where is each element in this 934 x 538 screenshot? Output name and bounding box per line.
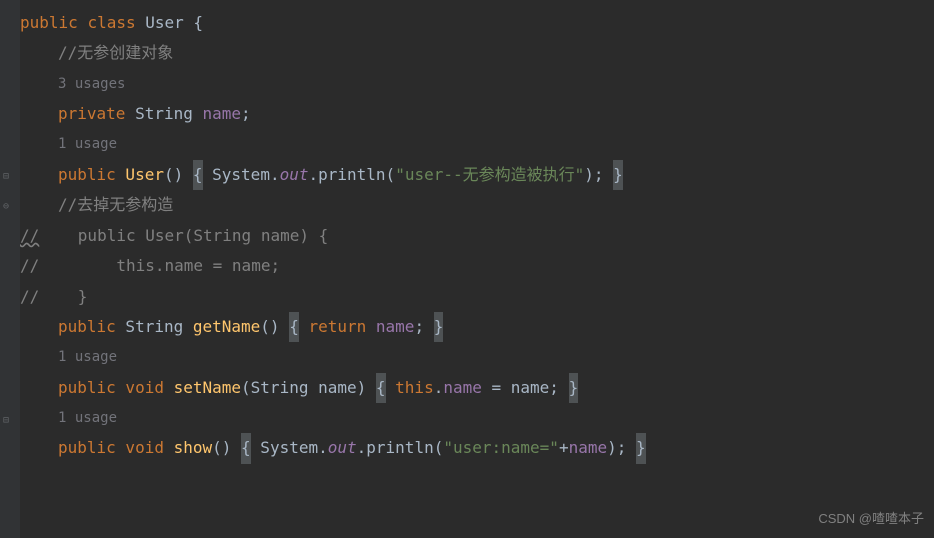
usage-text: 1 usage xyxy=(58,344,117,371)
static-field: out xyxy=(328,433,357,463)
semicolon: ; xyxy=(241,99,251,129)
comment: //去掉无参构造 xyxy=(58,190,173,220)
brace: } xyxy=(434,312,444,342)
method-name: setName xyxy=(174,373,241,403)
constructor: User xyxy=(116,160,164,190)
usage-text: 1 usage xyxy=(58,131,117,158)
keyword: public xyxy=(58,160,116,190)
code-editor[interactable]: public class User { //无参创建对象 3 usages pr… xyxy=(0,0,934,464)
brace: } xyxy=(636,433,646,463)
brace: { xyxy=(193,160,203,190)
usage-hint[interactable]: 1 usage xyxy=(20,342,934,372)
field: name xyxy=(203,99,242,129)
fold-icon[interactable]: ⊖ xyxy=(3,202,9,212)
keyword: void xyxy=(116,373,174,403)
field: name xyxy=(376,312,415,342)
usage-text: 1 usage xyxy=(58,405,117,432)
code-line: public String getName() { return name; } xyxy=(20,312,934,342)
brace: { xyxy=(241,433,251,463)
field: name xyxy=(443,373,482,403)
type: String xyxy=(125,99,202,129)
keyword: class xyxy=(87,8,135,38)
class-name: User xyxy=(145,8,184,38)
usage-hint[interactable]: 1 usage xyxy=(20,130,934,160)
fold-icon[interactable]: ⊟ xyxy=(3,416,9,426)
keyword: this xyxy=(386,373,434,403)
keyword: void xyxy=(116,433,174,463)
code-line: //去掉无参构造 xyxy=(20,190,934,220)
keyword: public xyxy=(58,433,116,463)
comment-marker: // xyxy=(20,221,39,251)
code-line: public User() { System.out.println("user… xyxy=(20,160,934,190)
brace: } xyxy=(569,373,579,403)
method-name: show xyxy=(174,433,213,463)
code-line: public void show() { System.out.println(… xyxy=(20,433,934,463)
brace: { xyxy=(184,8,203,38)
code-line-commented: // } xyxy=(20,282,934,312)
method-name: getName xyxy=(193,312,260,342)
keyword: private xyxy=(58,99,125,129)
code-line: public class User { xyxy=(20,8,934,38)
watermark: CSDN @喳喳本子 xyxy=(818,507,924,532)
code-line-commented: // this.name = name; xyxy=(20,251,934,281)
string-literal: "user--无参构造被执行" xyxy=(395,160,584,190)
static-field: out xyxy=(280,160,309,190)
code-line: //无参创建对象 xyxy=(20,38,934,68)
usage-hint[interactable]: 1 usage xyxy=(20,403,934,433)
keyword: public xyxy=(58,312,116,342)
keyword: public xyxy=(20,8,78,38)
usage-text: 3 usages xyxy=(58,71,125,98)
code-line-commented: // public User(String name) { xyxy=(20,221,934,251)
field: name xyxy=(569,433,608,463)
fold-icon[interactable]: ⊟ xyxy=(3,172,9,182)
editor-gutter: ⊟ ⊖ ⊟ xyxy=(0,0,20,538)
keyword: public xyxy=(58,373,116,403)
usage-hint[interactable]: 3 usages xyxy=(20,69,934,99)
brace: } xyxy=(613,160,623,190)
code-line: private String name; xyxy=(20,99,934,129)
brace: { xyxy=(289,312,299,342)
comment-marker: // xyxy=(20,282,39,312)
brace: { xyxy=(376,373,386,403)
keyword: return xyxy=(299,312,376,342)
string-literal: "user:name=" xyxy=(443,433,559,463)
comment: //无参创建对象 xyxy=(58,38,173,68)
comment-marker: // xyxy=(20,251,39,281)
code-line: public void setName(String name) { this.… xyxy=(20,373,934,403)
